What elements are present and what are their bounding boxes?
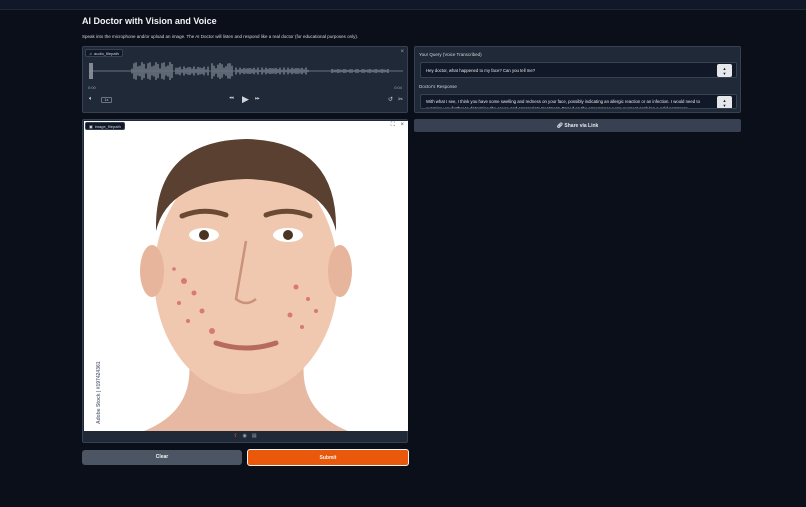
- rewind-icon[interactable]: ⏪︎: [229, 96, 234, 103]
- image-source-toolbar: ⇪ ◉ ▤: [83, 430, 407, 442]
- top-bar: [0, 0, 806, 10]
- share-button[interactable]: 🔗︎ Share via Link: [414, 119, 741, 132]
- reset-icon[interactable]: ↺: [388, 96, 393, 103]
- query-textbox[interactable]: Hey doctor, what happened to my face? Ca…: [420, 62, 737, 78]
- output-panel: Your Query (Voice Transcribed) Hey docto…: [414, 46, 741, 113]
- response-label: Doctor's Response: [419, 84, 457, 89]
- clear-image-icon[interactable]: ×: [400, 122, 404, 128]
- audio-time-total: 0:04: [394, 85, 402, 90]
- clipboard-icon[interactable]: ▤: [252, 433, 257, 439]
- query-label: Your Query (Voice Transcribed): [419, 52, 482, 57]
- image-label: image_filepath: [94, 123, 121, 129]
- play-icon[interactable]: ▶: [242, 94, 249, 105]
- fast-forward-icon[interactable]: ⏩︎: [255, 96, 260, 103]
- share-label: Share via Link: [564, 123, 599, 129]
- response-scroll-control[interactable]: ▲ ▼: [717, 96, 732, 108]
- audio-waveform[interactable]: [89, 60, 403, 82]
- upload-icon[interactable]: ⇪: [233, 433, 237, 439]
- image-icon: ▣: [89, 123, 93, 129]
- trim-icon[interactable]: ✂: [398, 96, 403, 103]
- chevron-down-icon[interactable]: ▼: [723, 103, 727, 108]
- playback-speed-button[interactable]: 1x: [101, 97, 112, 103]
- close-icon[interactable]: ×: [400, 49, 404, 55]
- chevron-down-icon[interactable]: ▼: [723, 71, 727, 76]
- webcam-icon[interactable]: ◉: [243, 433, 247, 439]
- volume-icon[interactable]: 🔈︎: [89, 96, 93, 103]
- link-icon: 🔗︎: [556, 123, 564, 129]
- fullscreen-icon[interactable]: ⛶: [391, 122, 395, 128]
- submit-button[interactable]: Submit: [247, 449, 409, 466]
- response-text: With what I see, I think you have some s…: [426, 99, 700, 109]
- audio-time-current: 0:00: [88, 85, 96, 90]
- audio-label-chip: ♫ audio_filepath: [85, 49, 123, 57]
- query-scroll-control[interactable]: ▲ ▼: [717, 64, 732, 77]
- music-note-icon: ♫: [89, 50, 92, 56]
- audio-input-panel: ♫ audio_filepath × 0:00 0:04 🔈︎ 1x ⏪︎ ▶ …: [82, 46, 408, 113]
- response-textbox[interactable]: With what I see, I think you have some s…: [420, 94, 737, 109]
- uploaded-face-image: Adobe Stock | #197424361: [84, 121, 408, 431]
- clear-button[interactable]: Clear: [82, 450, 242, 465]
- audio-label: audio_filepath: [94, 50, 119, 56]
- image-input-panel: Adobe Stock | #197424361 ▣ image_filepat…: [82, 119, 408, 443]
- image-watermark: Adobe Stock | #197424361: [96, 361, 102, 424]
- query-text: Hey doctor, what happened to my face? Ca…: [426, 68, 536, 73]
- page-subtitle: Speak into the microphone and/or upload …: [82, 34, 359, 39]
- image-label-chip: ▣ image_filepath: [85, 122, 125, 130]
- page-title: AI Doctor with Vision and Voice: [82, 16, 217, 26]
